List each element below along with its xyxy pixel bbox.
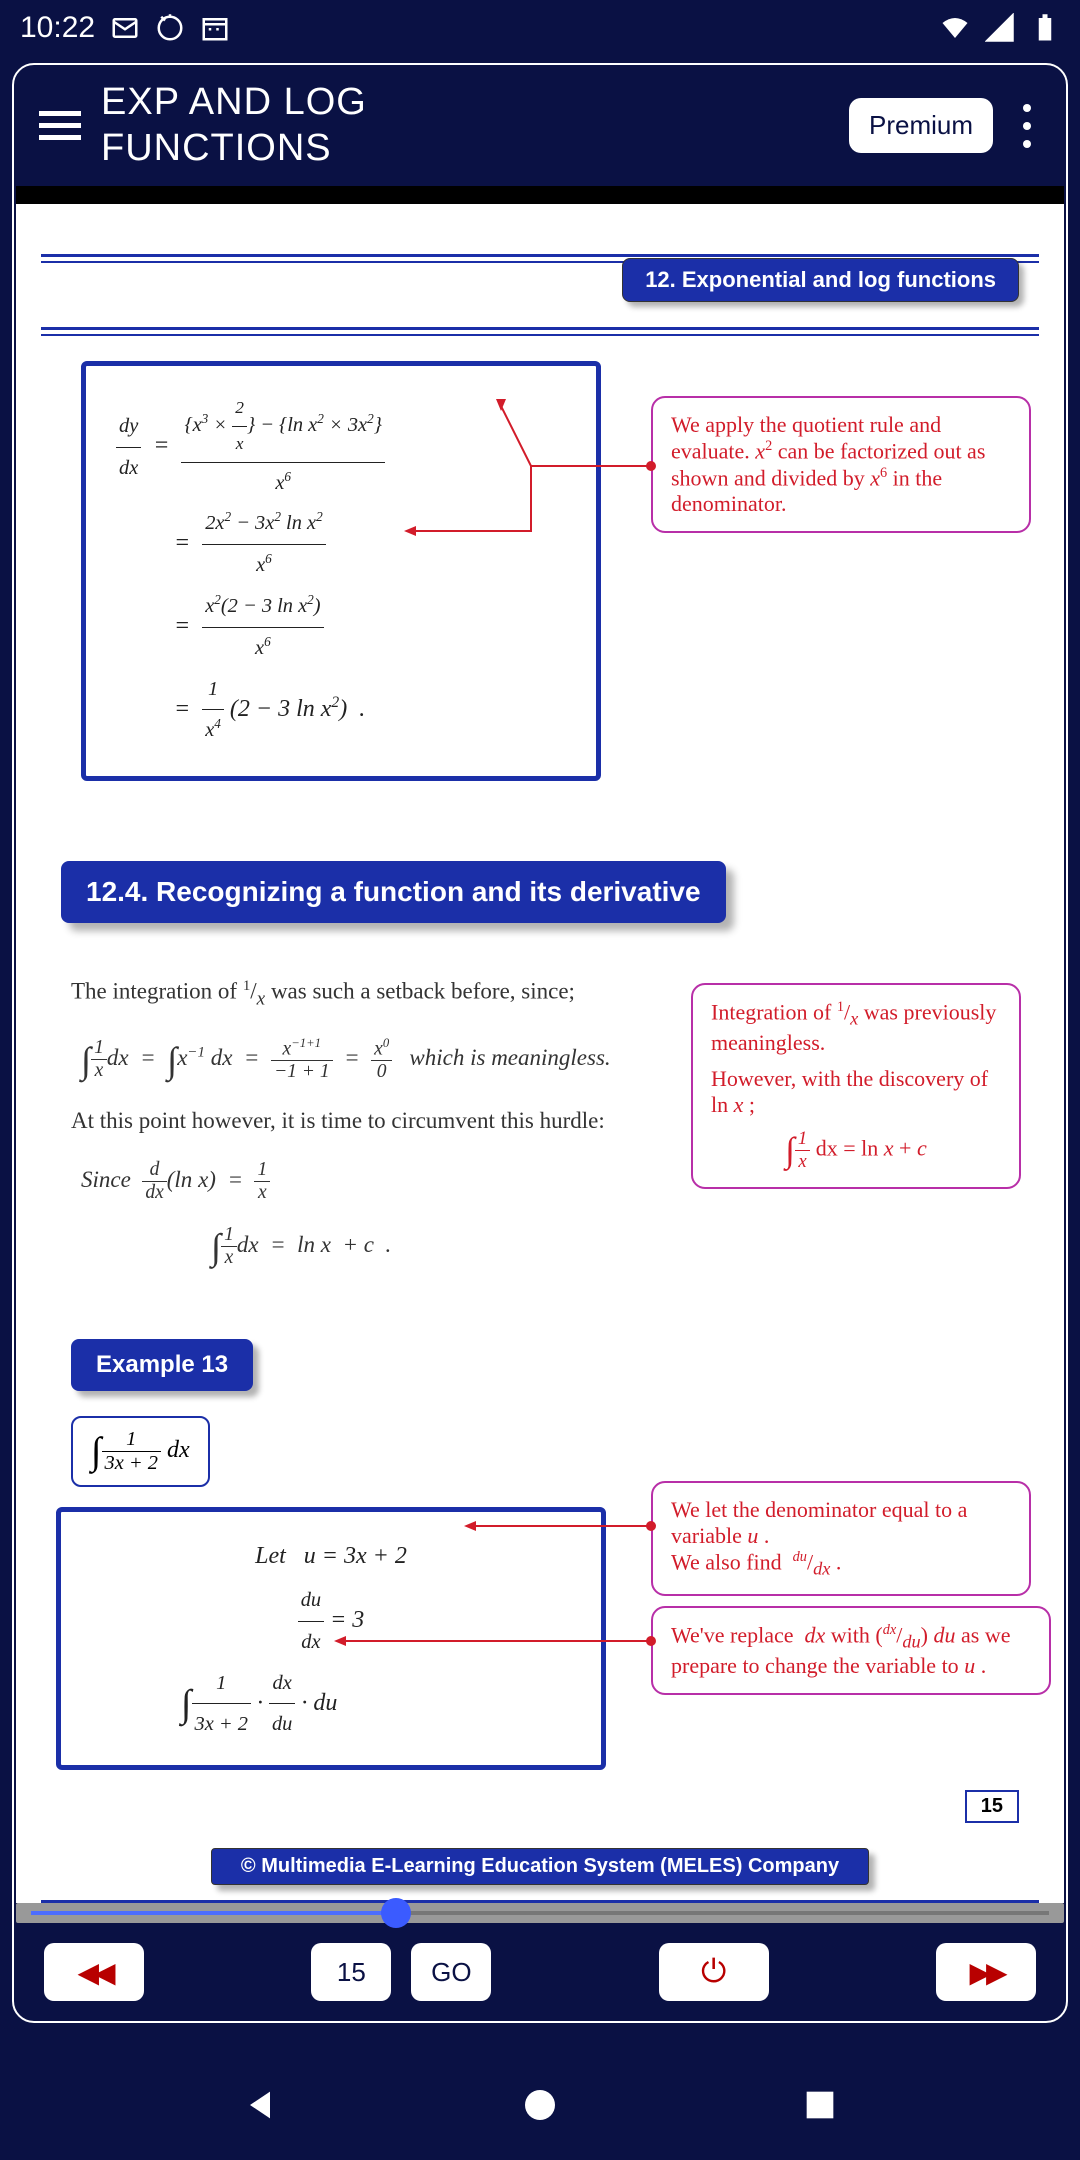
page-input[interactable]: 15 xyxy=(311,1943,391,2001)
home-button[interactable] xyxy=(520,2085,560,2125)
problem-box: ∫13x + 2 dx xyxy=(71,1416,210,1487)
calendar-icon xyxy=(200,13,230,43)
menu-button[interactable] xyxy=(39,111,81,140)
sync-icon xyxy=(155,13,185,43)
content-area[interactable]: 12. Exponential and log functions dydx =… xyxy=(16,186,1064,1903)
app-frame: EXP AND LOG FUNCTIONS Premium 12. Expone… xyxy=(12,63,1068,2023)
section-header: 12.4. Recognizing a function and its der… xyxy=(61,861,726,923)
example-label: Example 13 xyxy=(71,1339,253,1391)
integral-result: ∫1xdx = ln x + c . xyxy=(211,1224,999,1269)
page-number: 15 xyxy=(965,1790,1019,1823)
signal-icon xyxy=(985,13,1015,43)
app-title: EXP AND LOG FUNCTIONS xyxy=(101,80,829,171)
annotation-substitution: We let the denominator equal to a variab… xyxy=(651,1481,1031,1596)
annotation-quotient-rule: We apply the quotient rule and evaluate.… xyxy=(651,396,1031,533)
next-button[interactable]: ▶▶ xyxy=(936,1943,1036,2001)
copyright: © Multimedia E-Learning Education System… xyxy=(211,1848,869,1885)
back-button[interactable] xyxy=(240,2085,280,2125)
system-nav xyxy=(0,2050,1080,2160)
page-slider[interactable] xyxy=(16,1903,1064,1923)
go-button[interactable]: GO xyxy=(411,1943,491,2001)
annotation-integration: Integration of 1/x was previously meanin… xyxy=(691,983,1021,1189)
more-button[interactable] xyxy=(1013,104,1041,148)
battery-icon xyxy=(1030,13,1060,43)
app-header: EXP AND LOG FUNCTIONS Premium xyxy=(14,65,1066,186)
bottom-nav: ◀◀ 15 GO ⏻ ▶▶ xyxy=(14,1923,1066,2021)
status-time: 10:22 xyxy=(20,11,95,45)
solution-box: Let u = 3x + 2 dudx = 3 ∫13x + 2 · dxdu … xyxy=(56,1507,606,1770)
chapter-tag: 12. Exponential and log functions xyxy=(622,258,1019,302)
premium-button[interactable]: Premium xyxy=(849,98,993,153)
mail-icon xyxy=(110,13,140,43)
derivation-box: dydx = {x3 × 2x} − {ln x2 × 3x2}x6 = 2x2… xyxy=(81,361,601,781)
recent-button[interactable] xyxy=(800,2085,840,2125)
annotation-replace-dx: We've replace dx with (dx/du) du as we p… xyxy=(651,1606,1051,1695)
status-bar: 10:22 xyxy=(0,0,1080,55)
power-button[interactable]: ⏻ xyxy=(659,1943,769,2001)
wifi-icon xyxy=(940,13,970,43)
prev-button[interactable]: ◀◀ xyxy=(44,1943,144,2001)
